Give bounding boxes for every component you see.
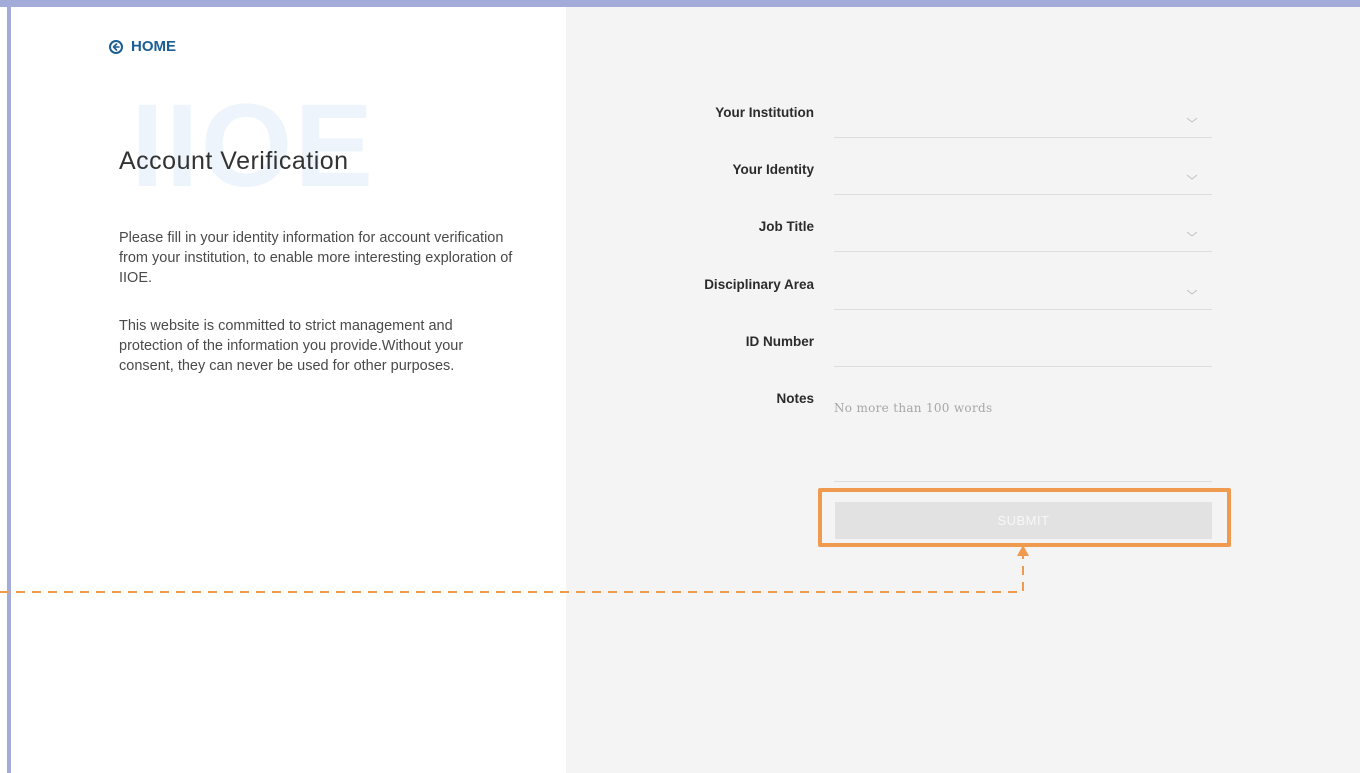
notes-placeholder: No more than 100 words (834, 401, 993, 415)
frame-top-border (0, 0, 1360, 7)
verification-form: Your Institution Your Identity Job Title… (566, 7, 1360, 773)
id-number-row: ID Number (566, 334, 1360, 391)
page-title: Account Verification (119, 147, 349, 175)
job-title-row: Job Title (566, 219, 1360, 276)
disciplinary-area-label: Disciplinary Area (704, 277, 814, 292)
institution-select[interactable] (834, 105, 1212, 138)
institution-row: Your Institution (566, 105, 1360, 162)
chevron-down-icon (1186, 117, 1198, 123)
chevron-down-icon (1186, 289, 1198, 295)
chevron-down-icon (1186, 231, 1198, 237)
job-title-label: Job Title (758, 219, 814, 234)
privacy-paragraph: This website is committed to strict mana… (119, 318, 464, 374)
notes-textarea[interactable]: No more than 100 words (834, 397, 1212, 482)
submit-button[interactable]: SUBMIT (835, 502, 1212, 539)
institution-label: Your Institution (715, 105, 814, 120)
arrow-left-circle-icon (109, 39, 123, 54)
home-link[interactable]: HOME (109, 38, 176, 55)
description-paragraph: Please fill in your identity information… (119, 230, 513, 286)
identity-row: Your Identity (566, 162, 1360, 219)
identity-select[interactable] (834, 162, 1212, 195)
info-panel: HOME IIOE Account Verification Please fi… (11, 7, 566, 773)
id-number-input[interactable] (834, 334, 1212, 367)
home-label: HOME (131, 38, 176, 55)
notes-label: Notes (776, 391, 814, 406)
identity-label: Your Identity (732, 162, 814, 177)
chevron-down-icon (1186, 174, 1198, 180)
job-title-select[interactable] (834, 219, 1212, 252)
brand-watermark: IIOE (131, 80, 376, 212)
disciplinary-area-row: Disciplinary Area (566, 277, 1360, 334)
id-number-label: ID Number (745, 334, 814, 349)
disciplinary-area-select[interactable] (834, 277, 1212, 310)
